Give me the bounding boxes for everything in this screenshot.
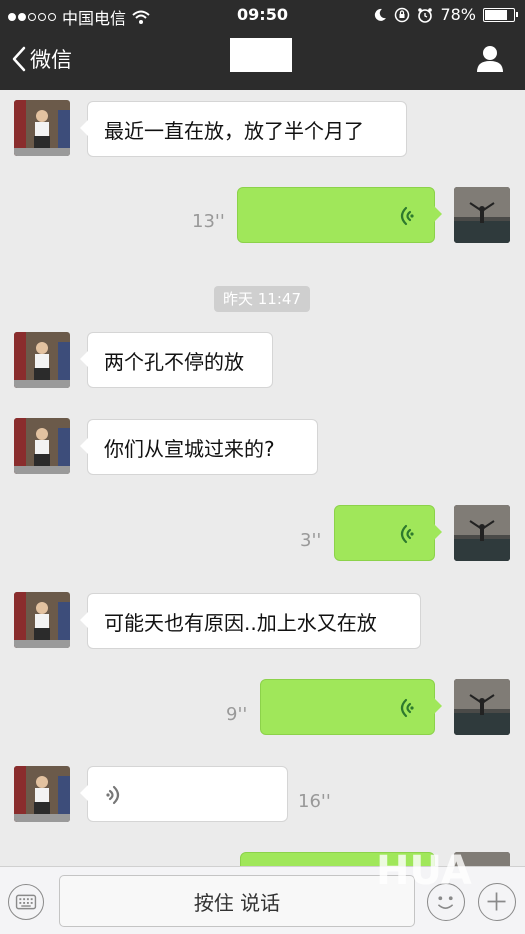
voice-wave-icon: [106, 785, 120, 805]
my-avatar[interactable]: [454, 852, 510, 866]
voice-message-outgoing[interactable]: [260, 679, 442, 735]
voice-duration: 3'': [300, 530, 322, 551]
contact-avatar[interactable]: [14, 592, 70, 648]
message-bubble-incoming[interactable]: 你们从宣城过来的?: [80, 419, 318, 475]
input-bar: 按住 说话: [0, 866, 525, 934]
moon-icon: [375, 8, 387, 21]
keyboard-icon[interactable]: [8, 884, 44, 920]
voice-message-outgoing[interactable]: [237, 187, 442, 243]
voice-message-outgoing[interactable]: [334, 505, 442, 561]
voice-duration: 16'': [298, 791, 331, 812]
contact-person-icon[interactable]: [475, 44, 505, 74]
message-text: 可能天也有原因..加上水又在放: [104, 610, 377, 635]
battery-icon: [483, 7, 518, 22]
my-avatar[interactable]: [454, 679, 510, 735]
back-button[interactable]: 微信: [12, 44, 72, 74]
voice-duration: 9'': [226, 704, 248, 725]
my-avatar[interactable]: [454, 187, 510, 243]
plus-icon[interactable]: [478, 883, 516, 921]
contact-avatar[interactable]: [14, 332, 70, 388]
back-chevron-icon: [12, 46, 26, 72]
nav-bar: 微信: [0, 30, 525, 90]
battery-percent: 78%: [440, 5, 476, 24]
chat-list[interactable]: 最近一直在放，放了半个月了 13'' 昨天 11:47 两个孔不停的放 你们从宣…: [0, 90, 525, 866]
voice-wave-icon: [400, 206, 414, 226]
voice-wave-icon: [400, 698, 414, 718]
time-divider: 昨天 11:47: [214, 286, 310, 312]
contact-avatar[interactable]: [14, 100, 70, 156]
back-label: 微信: [30, 48, 72, 72]
voice-message-outgoing[interactable]: [240, 852, 435, 866]
my-avatar[interactable]: [454, 505, 510, 561]
contact-avatar[interactable]: [14, 766, 70, 822]
voice-duration: 13'': [192, 211, 225, 232]
emoji-icon[interactable]: [427, 883, 465, 921]
status-right: 78%: [373, 5, 518, 24]
message-bubble-incoming[interactable]: 两个孔不停的放: [80, 332, 273, 388]
message-bubble-incoming[interactable]: 可能天也有原因..加上水又在放: [80, 593, 421, 649]
voice-wave-icon: [400, 524, 414, 544]
battery-level: [485, 9, 507, 20]
contact-avatar[interactable]: [14, 418, 70, 474]
message-text: 两个孔不停的放: [104, 349, 244, 374]
message-text: 最近一直在放，放了半个月了: [104, 118, 364, 143]
message-bubble-incoming[interactable]: 最近一直在放，放了半个月了: [80, 101, 407, 157]
alarm-icon: [418, 7, 433, 23]
chat-title-redacted: [230, 38, 292, 72]
lock-rotation-icon: [395, 7, 410, 22]
voice-message-incoming[interactable]: [80, 766, 288, 822]
status-bar: 中国电信 09:50 78%: [0, 0, 525, 30]
message-text: 你们从宣城过来的?: [104, 436, 275, 461]
hold-to-talk-button[interactable]: 按住 说话: [59, 875, 415, 927]
